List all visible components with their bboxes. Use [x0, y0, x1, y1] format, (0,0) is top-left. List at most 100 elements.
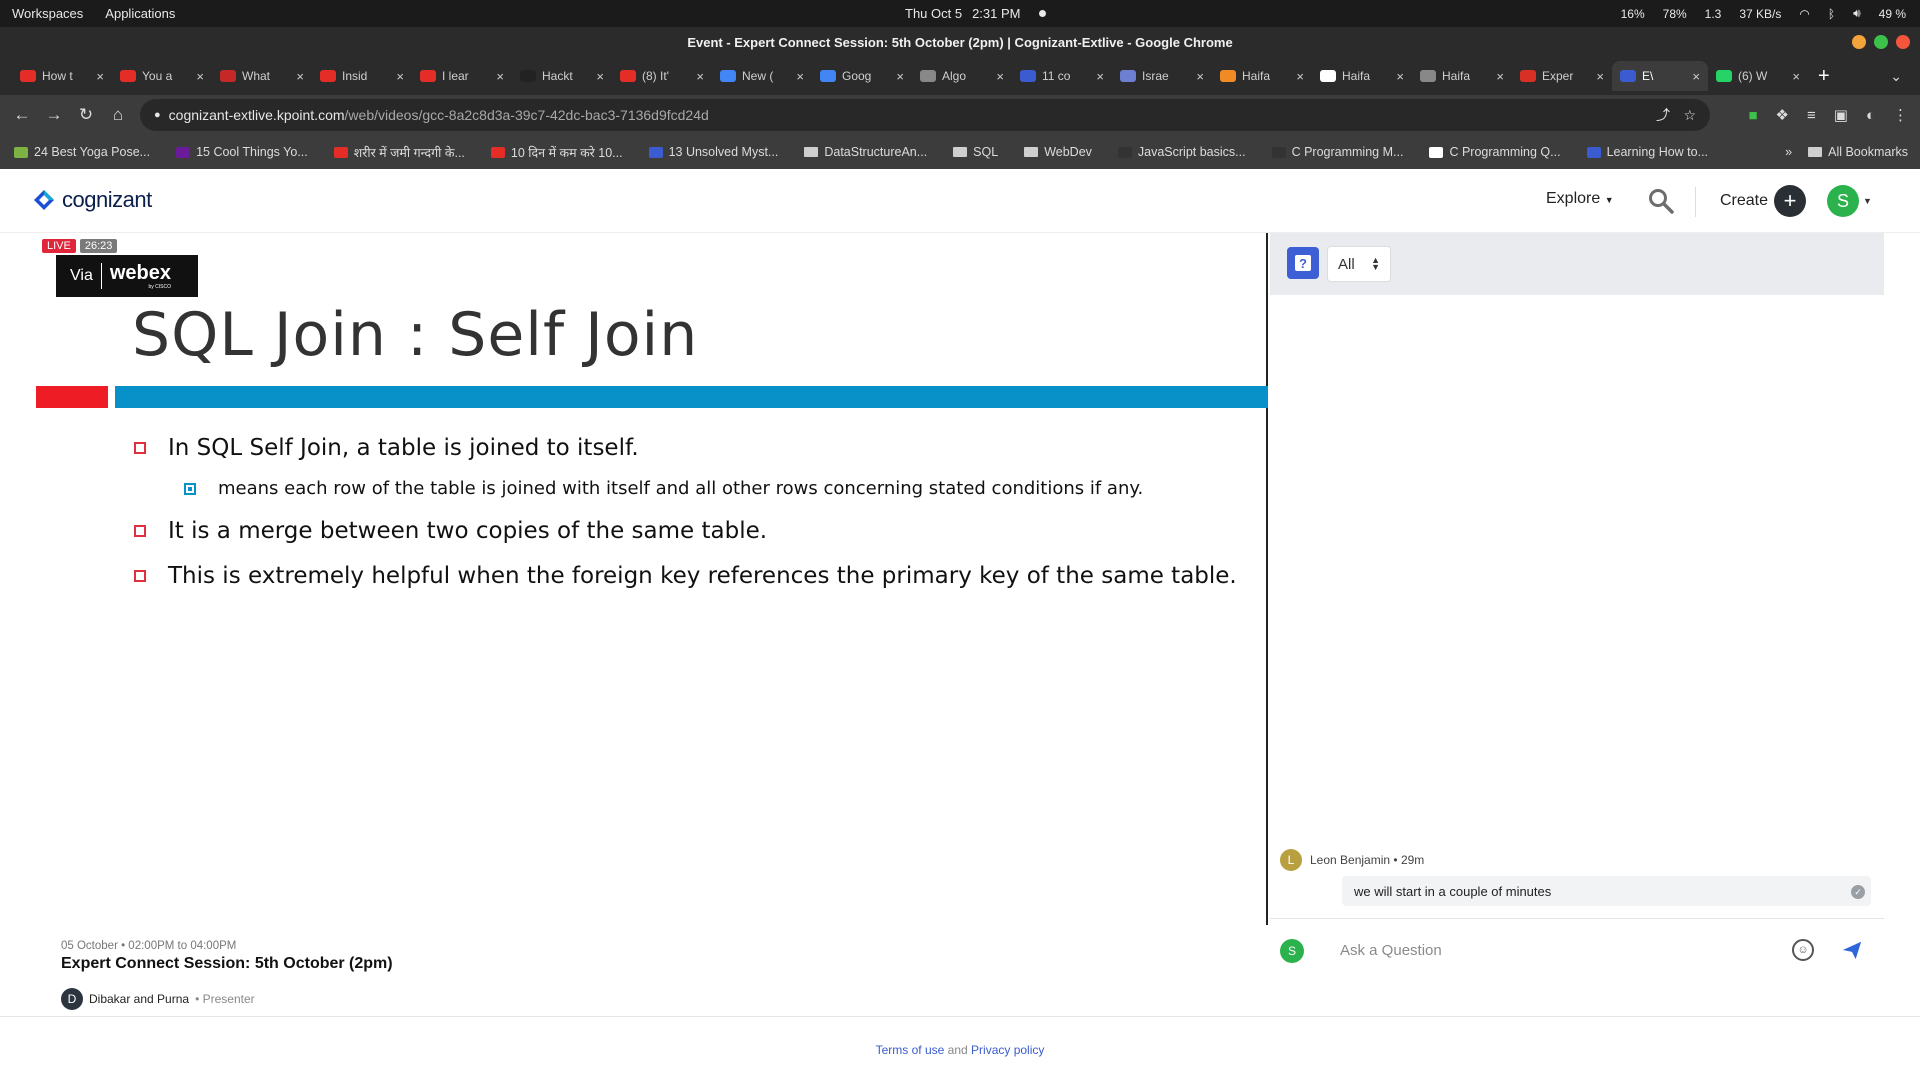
applications-menu[interactable]: Applications — [105, 6, 175, 21]
bookmark-item[interactable]: 10 दिन में कम करे 10... — [490, 144, 623, 161]
video-player[interactable]: LIVE 26:23 Via webex by CISCO SQL Join :… — [36, 233, 1268, 925]
profile-icon[interactable]: ◐ — [1866, 107, 1875, 124]
browser-tab[interactable]: 11 co × — [1012, 61, 1112, 91]
bookmark-item[interactable]: 24 Best Yoga Pose... — [14, 145, 150, 159]
slide-title: SQL Join : Self Join — [132, 300, 699, 370]
all-bookmarks-label: All Bookmarks — [1828, 145, 1908, 159]
extensions-puzzle-icon[interactable]: ❖ — [1776, 106, 1789, 124]
bookmark-item[interactable]: 15 Cool Things Yo... — [176, 145, 308, 159]
bookmark-folder[interactable]: DataStructureAn... — [804, 145, 927, 159]
browser-tab[interactable]: (8) It' × — [612, 61, 712, 91]
browser-tab[interactable]: Israe × — [1112, 61, 1212, 91]
media-queue-icon[interactable]: ≡ — [1807, 107, 1816, 124]
tab-close-icon[interactable]: × — [1792, 69, 1800, 84]
side-panel-icon[interactable]: ▣ — [1834, 106, 1848, 124]
terms-link[interactable]: Terms of use — [876, 1043, 945, 1057]
tab-label: New ( — [742, 69, 774, 83]
tab-close-icon[interactable]: × — [1296, 69, 1304, 84]
tab-close-icon[interactable]: × — [1396, 69, 1404, 84]
bookmark-item[interactable]: Learning How to... — [1586, 145, 1708, 159]
tab-close-icon[interactable]: × — [796, 69, 804, 84]
bluetooth-icon[interactable]: ᛒ — [1828, 7, 1835, 21]
bullet-text: This is extremely helpful when the forei… — [168, 563, 1237, 589]
menu-kebab-icon[interactable]: ⋮ — [1893, 106, 1908, 124]
search-icon[interactable] — [1647, 187, 1675, 215]
bookmarks-overflow-button[interactable]: » — [1785, 145, 1792, 159]
bookmark-item[interactable]: JavaScript basics... — [1117, 145, 1246, 159]
tab-close-icon[interactable]: × — [396, 69, 404, 84]
browser-tab[interactable]: E\ × — [1612, 61, 1708, 91]
share-icon[interactable]: ⤴ — [1656, 105, 1670, 125]
volume-icon[interactable]: 🔊︎ — [1853, 6, 1861, 21]
os-clock[interactable]: Thu Oct 5 2:31 PM — [905, 6, 1046, 21]
explore-menu[interactable]: Explore ▼ — [1546, 190, 1614, 208]
browser-tab[interactable]: Haifa × — [1212, 61, 1312, 91]
browser-tab[interactable]: Algo × — [912, 61, 1012, 91]
minimize-button[interactable] — [1852, 35, 1866, 49]
bookmark-folder[interactable]: WebDev — [1024, 145, 1092, 159]
tab-close-icon[interactable]: × — [96, 69, 104, 84]
home-icon[interactable]: ⌂ — [102, 105, 134, 125]
maximize-button[interactable] — [1874, 35, 1888, 49]
tab-close-icon[interactable]: × — [496, 69, 504, 84]
forward-icon[interactable]: → — [38, 105, 70, 125]
tab-close-icon[interactable]: × — [1596, 69, 1604, 84]
browser-tab[interactable]: Hackt × — [512, 61, 612, 91]
browser-tab[interactable]: How t × — [12, 61, 112, 91]
tab-close-icon[interactable]: × — [696, 69, 704, 84]
browser-tab[interactable]: You a × — [112, 61, 212, 91]
ask-question-input[interactable] — [1340, 933, 1760, 967]
close-window-button[interactable] — [1896, 35, 1910, 49]
tab-close-icon[interactable]: × — [1496, 69, 1504, 84]
bookmark-folder[interactable]: SQL — [953, 145, 998, 159]
footer-and: and — [947, 1043, 968, 1057]
workspaces-menu[interactable]: Workspaces — [12, 6, 83, 21]
back-icon[interactable]: ← — [6, 105, 38, 125]
browser-tab[interactable]: What × — [212, 61, 312, 91]
extension-icon[interactable]: ■ — [1748, 107, 1757, 124]
reload-icon[interactable]: ↻ — [70, 105, 102, 125]
tab-search-icon[interactable]: ⌄ — [1890, 68, 1902, 85]
create-button[interactable]: Create + — [1720, 185, 1807, 217]
tab-close-icon[interactable]: × — [196, 69, 204, 84]
all-bookmarks-button[interactable]: All Bookmarks — [1808, 145, 1908, 159]
tab-close-icon[interactable]: × — [1692, 69, 1700, 84]
bookmark-item[interactable]: शरीर में जमी गन्दगी के... — [333, 144, 465, 161]
cognizant-logo[interactable]: cognizant — [32, 187, 152, 213]
message-time: • 29m — [1393, 853, 1425, 867]
wifi-icon[interactable]: ◠ — [1799, 7, 1809, 21]
qa-filter-select[interactable]: All ▲ ▼ — [1327, 246, 1391, 282]
tab-close-icon[interactable]: × — [896, 69, 904, 84]
bookmark-item[interactable]: 13 Unsolved Myst... — [648, 145, 778, 159]
tab-close-icon[interactable]: × — [996, 69, 1004, 84]
bookmark-item[interactable]: C Programming Q... — [1429, 145, 1561, 159]
browser-tab[interactable]: Exper × — [1512, 61, 1612, 91]
emoji-icon[interactable]: ☺ — [1792, 939, 1814, 961]
browser-tab[interactable]: Haifa × — [1412, 61, 1512, 91]
tab-close-icon[interactable]: × — [596, 69, 604, 84]
browser-tab[interactable]: Insid × — [312, 61, 412, 91]
battery-level[interactable]: 49 % — [1879, 7, 1906, 21]
privacy-link[interactable]: Privacy policy — [971, 1043, 1044, 1057]
elapsed-time: 26:23 — [79, 239, 118, 253]
browser-tab[interactable]: Haifa × — [1312, 61, 1412, 91]
browser-tab[interactable]: Goog × — [812, 61, 912, 91]
qa-header: ? All ▲ ▼ — [1270, 233, 1884, 295]
site-info-icon[interactable]: ● — [154, 109, 161, 121]
browser-tab[interactable]: New ( × — [712, 61, 812, 91]
check-icon: ✓ — [1851, 885, 1865, 899]
address-bar[interactable]: ● cognizant-extlive.kpoint.com/web/video… — [140, 99, 1710, 131]
bookmark-item[interactable]: C Programming M... — [1271, 145, 1403, 159]
user-avatar-menu[interactable]: S ▼ — [1827, 185, 1872, 217]
question-icon[interactable]: ? — [1287, 247, 1319, 279]
tab-close-icon[interactable]: × — [1096, 69, 1104, 84]
bookmark-star-icon[interactable]: ☆ — [1683, 107, 1696, 124]
browser-tab[interactable]: I lear × — [412, 61, 512, 91]
send-icon[interactable] — [1841, 939, 1863, 961]
tab-close-icon[interactable]: × — [296, 69, 304, 84]
browser-tab[interactable]: (6) W × — [1708, 61, 1808, 91]
tab-close-icon[interactable]: × — [1196, 69, 1204, 84]
new-tab-button[interactable]: + — [1818, 65, 1830, 88]
presenter-name[interactable]: Dibakar and Purna — [89, 992, 189, 1006]
tab-label: E\ — [1642, 69, 1654, 83]
